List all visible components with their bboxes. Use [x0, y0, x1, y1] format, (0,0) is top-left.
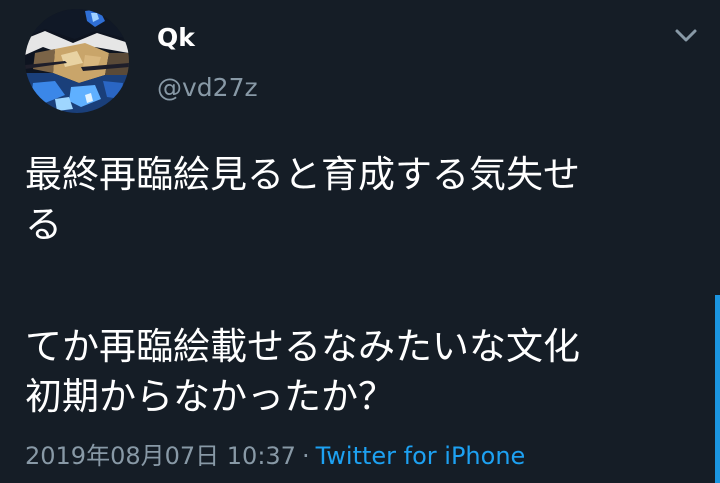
- tweet-text-line: 最終再臨絵見ると育成する気失せ: [25, 153, 580, 196]
- avatar[interactable]: [25, 9, 129, 113]
- tweet-timestamp[interactable]: 2019年08月07日 10:37: [25, 442, 296, 470]
- chevron-down-icon[interactable]: [673, 26, 699, 46]
- tweet-text-line: る: [25, 203, 62, 246]
- avatar-image: [25, 9, 129, 113]
- scroll-indicator[interactable]: [715, 295, 720, 483]
- tweet-card: Qk @vd27z 最終再臨絵見ると育成する気失せ る てか再臨絵載せるなみたい…: [0, 0, 720, 483]
- tweet-text: 最終再臨絵見ると育成する気失せ る てか再臨絵載せるなみたいな文化 初期からなか…: [25, 150, 705, 422]
- tweet-meta: 2019年08月07日 10:37 · Twitter for iPhone: [25, 440, 525, 472]
- tweet-text-line: 初期からなかったか？: [25, 375, 395, 418]
- user-handle[interactable]: @vd27z: [157, 72, 258, 104]
- tweet-source-link[interactable]: Twitter for iPhone: [316, 442, 526, 470]
- tweet-text-line: てか再臨絵載せるなみたいな文化: [25, 325, 580, 368]
- meta-separator: ·: [301, 442, 310, 470]
- display-name[interactable]: Qk: [157, 22, 195, 54]
